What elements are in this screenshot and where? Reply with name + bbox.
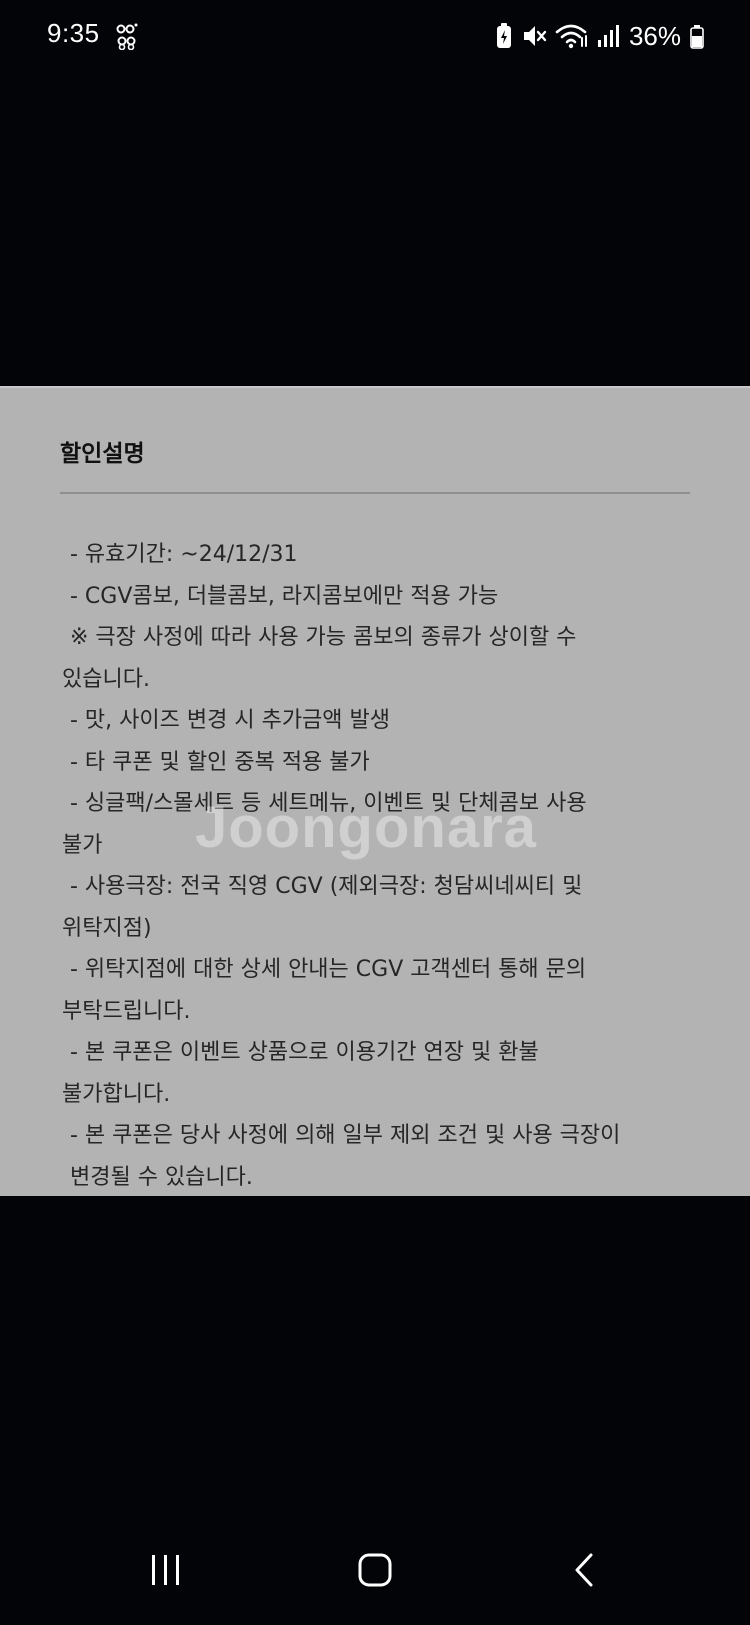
- description-line: 변경될 수 있습니다.: [70, 1164, 253, 1190]
- back-button[interactable]: [545, 1530, 625, 1610]
- mute-icon: [523, 26, 547, 46]
- discount-description-panel: 할인설명 - 유효기간: ~24/12/31 - CGV콤보, 더블콤보, 라지…: [0, 386, 750, 1196]
- status-time: 9:35: [47, 18, 100, 48]
- recent-apps-button[interactable]: [125, 1530, 205, 1610]
- battery-percent: 36%: [628, 20, 681, 51]
- description-line: - 맛, 사이즈 변경 시 추가금액 발생: [70, 708, 391, 733]
- description-line: 위탁지점): [62, 915, 152, 941]
- home-button[interactable]: [335, 1530, 415, 1610]
- navigation-bar: [0, 1530, 750, 1610]
- description-line: 불가: [62, 832, 103, 858]
- app-notification-icon: [116, 23, 138, 50]
- divider: [60, 492, 690, 494]
- signal-icon: [597, 25, 619, 47]
- description-line: - 유효기간: ~24/12/31: [70, 542, 298, 567]
- description-line: - 본 쿠폰은 이벤트 상품으로 이용기간 연장 및 환불: [70, 1040, 539, 1065]
- status-bar: 9:35 36%: [0, 0, 750, 72]
- description-line: 불가합니다.: [62, 1081, 171, 1107]
- back-icon: [575, 1553, 593, 1587]
- description-line: - 위탁지점에 대한 상세 안내는 CGV 고객센터 통해 문의: [70, 957, 587, 982]
- description-line: 부탁드립니다.: [62, 998, 191, 1024]
- recent-apps-icon: [152, 1555, 179, 1585]
- battery-icon: [690, 25, 704, 49]
- description-line: ※ 극장 사정에 따라 사용 가능 콤보의 종류가 상이할 수: [70, 625, 577, 650]
- description-line: 있습니다.: [62, 666, 150, 692]
- description-line: - CGV콤보, 더블콤보, 라지콤보에만 적용 가능: [70, 583, 499, 609]
- screen: 9:35 36% 할인설명 - 유효기간: ~24/12/31 - CGV콤보,…: [0, 0, 750, 1625]
- description-list: - 유효기간: ~24/12/31 - CGV콤보, 더블콤보, 라지콤보에만 …: [62, 534, 705, 1198]
- home-icon: [358, 1553, 392, 1587]
- battery-saver-icon: [496, 23, 511, 48]
- description-line: - 사용극장: 전국 직영 CGV (제외극장: 청담씨네씨티 및: [70, 874, 583, 899]
- description-line: - 타 쿠폰 및 할인 중복 적용 불가: [70, 749, 370, 775]
- description-line: - 본 쿠폰은 당사 사정에 의해 일부 제외 조건 및 사용 극장이: [70, 1123, 621, 1148]
- wifi-icon: [555, 24, 587, 49]
- panel-title: 할인설명: [60, 441, 145, 467]
- status-icons: 36%: [495, 18, 705, 54]
- description-line: - 싱글팩/스몰세트 등 세트메뉴, 이벤트 및 단체콤보 사용: [70, 791, 587, 816]
